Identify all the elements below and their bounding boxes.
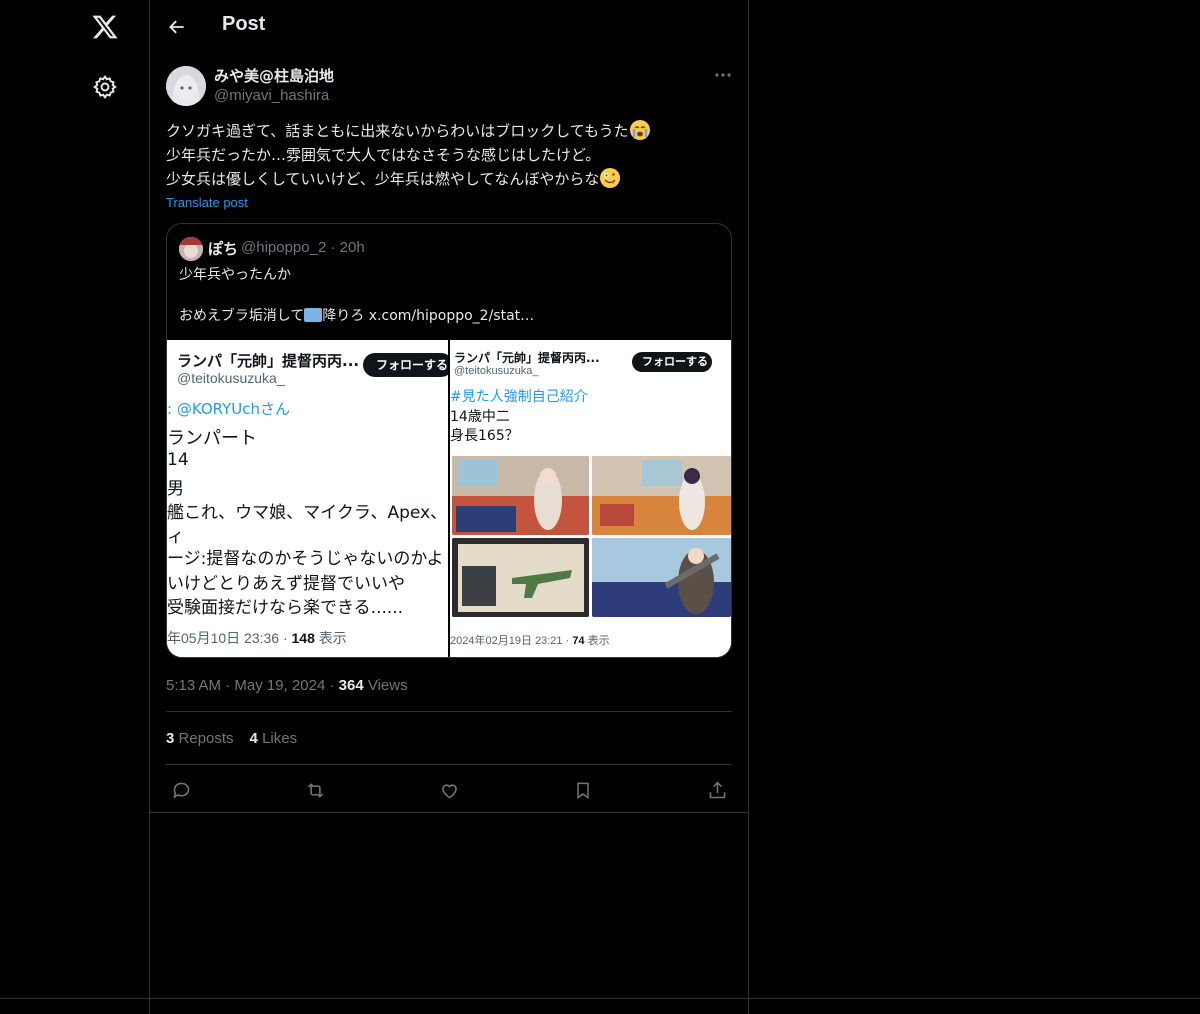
translate-link[interactable]: Translate post [166, 195, 248, 210]
game-screenshot-thumbnail [592, 538, 731, 617]
shot-text-line: 14歳中二 [450, 409, 510, 425]
shot-text-line: 艦これ、ウマ娘、マイクラ、Apex、 [167, 503, 448, 523]
shot-reply-mention: : @KORYUchさん [167, 400, 291, 418]
x-logo-icon[interactable] [90, 12, 120, 42]
reposts-label: Reposts [178, 730, 234, 747]
quote-text-line: 少年兵やったんか [179, 267, 291, 283]
shot-text-line: 14 [167, 450, 189, 470]
reply-icon[interactable] [168, 777, 194, 803]
quote-text-fragment: おめえブラ垢消して [179, 308, 305, 324]
crying-emoji-icon [629, 120, 650, 140]
quote-author-handle[interactable]: @hipoppo_2 [241, 239, 326, 256]
shot-title: ランパ「元帥」提督丙丙... [454, 351, 600, 365]
quote-link[interactable]: x.com/hipoppo_2/stat… [369, 308, 534, 324]
shot-date: 2024年02月19日 23:21 · [450, 635, 573, 647]
shot-text-line: 受験面接だけなら楽できる...... [167, 598, 404, 618]
shot-hashtag: #見た人強制自己紹介 [450, 389, 588, 405]
quote-meta: @hipoppo_2 · 20h [241, 239, 365, 256]
post-line: 少女兵は優しくしていいけど、少年兵は燃やしてなんぼやからな [166, 170, 600, 188]
shot-text-line: いけどとりあえず提督でいいや [167, 574, 405, 594]
quote-age: 20h [339, 239, 365, 256]
divider [150, 812, 748, 813]
author-name[interactable]: みや美@柱島泊地 [214, 65, 334, 86]
post-text: クソガキ過ぎて、話まともに出来ないからわいはブロックしてもうた 少年兵だったか…… [166, 119, 736, 191]
page-title: Post [222, 13, 266, 35]
quote-media[interactable]: ランパ「元帥」提督丙丙... @teitokusuzuka_ フォローする : … [167, 340, 731, 657]
like-icon[interactable] [436, 777, 462, 803]
left-nav [0, 0, 150, 1014]
post-line: 少年兵だったか…雰囲気で大人ではなさそうな感じはしたけど。 [166, 146, 601, 164]
more-icon[interactable] [712, 66, 734, 84]
avatar[interactable] [166, 66, 206, 106]
shot-footer: 年05月10日 23:36 · 148 表示 [167, 628, 347, 648]
quote-avatar[interactable] [179, 237, 203, 261]
game-screenshot-thumbnail [452, 456, 589, 535]
header: Post [150, 0, 748, 54]
shot-footer: 2024年02月19日 23:21 · 74 表示 [450, 632, 610, 648]
game-screenshot-thumbnail [452, 538, 589, 617]
media-image-left[interactable]: ランパ「元帥」提督丙丙... @teitokusuzuka_ フォローする : … [167, 340, 448, 657]
shot-follow-button: フォローする [363, 353, 448, 377]
repost-icon[interactable] [302, 777, 328, 803]
shot-date: 年05月10日 23:36 · [167, 630, 292, 646]
ship-emoji-icon [304, 308, 323, 322]
shot-follow-button: フォローする [632, 352, 712, 372]
shot-views-label: 表示 [584, 635, 610, 647]
divider [166, 711, 732, 712]
post-column: Post みや美@柱島泊地 @miyavi_hashira クソガキ過ぎて、話ま… [150, 0, 749, 1014]
shot-handle: @teitokusuzuka_ [454, 365, 539, 377]
gear-icon[interactable] [90, 72, 120, 102]
likes-count: 4 [249, 730, 258, 747]
post-time[interactable]: 5:13 AM [166, 677, 221, 694]
author-handle[interactable]: @miyavi_hashira [214, 87, 329, 104]
post-date[interactable]: May 19, 2024 [234, 677, 325, 694]
post-timestamp: 5:13 AM · May 19, 2024 · 364 Views [166, 677, 408, 694]
bookmark-icon[interactable] [570, 777, 596, 803]
likes-label: Likes [262, 730, 298, 747]
quote-text-fragment: 降りろ [322, 308, 365, 324]
shot-text-line: 男 [167, 479, 184, 499]
shot-text-line: ージ:提督なのかそうじゃないのかよ [167, 549, 444, 569]
shot-views-label: 表示 [314, 630, 347, 646]
divider [166, 764, 732, 765]
shot-views: 74 [572, 635, 585, 647]
views-label: Views [367, 677, 408, 694]
reposts-count: 3 [166, 730, 175, 747]
shot-title: ランパ「元帥」提督丙丙... [177, 352, 360, 370]
zany-face-emoji-icon [600, 168, 621, 188]
shot-text-line: ランパート [167, 428, 257, 449]
shot-handle: @teitokusuzuka_ [177, 370, 285, 386]
bottom-divider [0, 998, 1200, 999]
shot-views: 148 [291, 630, 315, 646]
reposts-count-link[interactable]: 3 Reposts [166, 730, 234, 747]
quoted-post[interactable]: ぽち @hipoppo_2 · 20h 少年兵やったんか おめえブラ垢消して 降り… [166, 223, 732, 658]
back-arrow-icon[interactable] [164, 14, 190, 40]
view-count: 364 [338, 677, 364, 694]
media-image-right[interactable]: ランパ「元帥」提督丙丙... @teitokusuzuka_ フォローする #見… [450, 340, 731, 657]
game-screenshot-thumbnail [592, 456, 731, 535]
share-icon[interactable] [704, 777, 730, 803]
shot-text-line: 身長165？ [450, 428, 519, 444]
action-bar [166, 777, 732, 803]
likes-count-link[interactable]: 4 Likes [250, 730, 298, 747]
post-line: クソガキ過ぎて、話まともに出来ないからわいはブロックしてもうた [166, 122, 629, 140]
quote-author-name[interactable]: ぽち [208, 238, 238, 259]
engagement-stats: 3 Reposts 4 Likes [166, 730, 313, 747]
quote-text-line: おめえブラ垢消して 降りろ x.com/hipoppo_2/stat… [179, 305, 534, 325]
